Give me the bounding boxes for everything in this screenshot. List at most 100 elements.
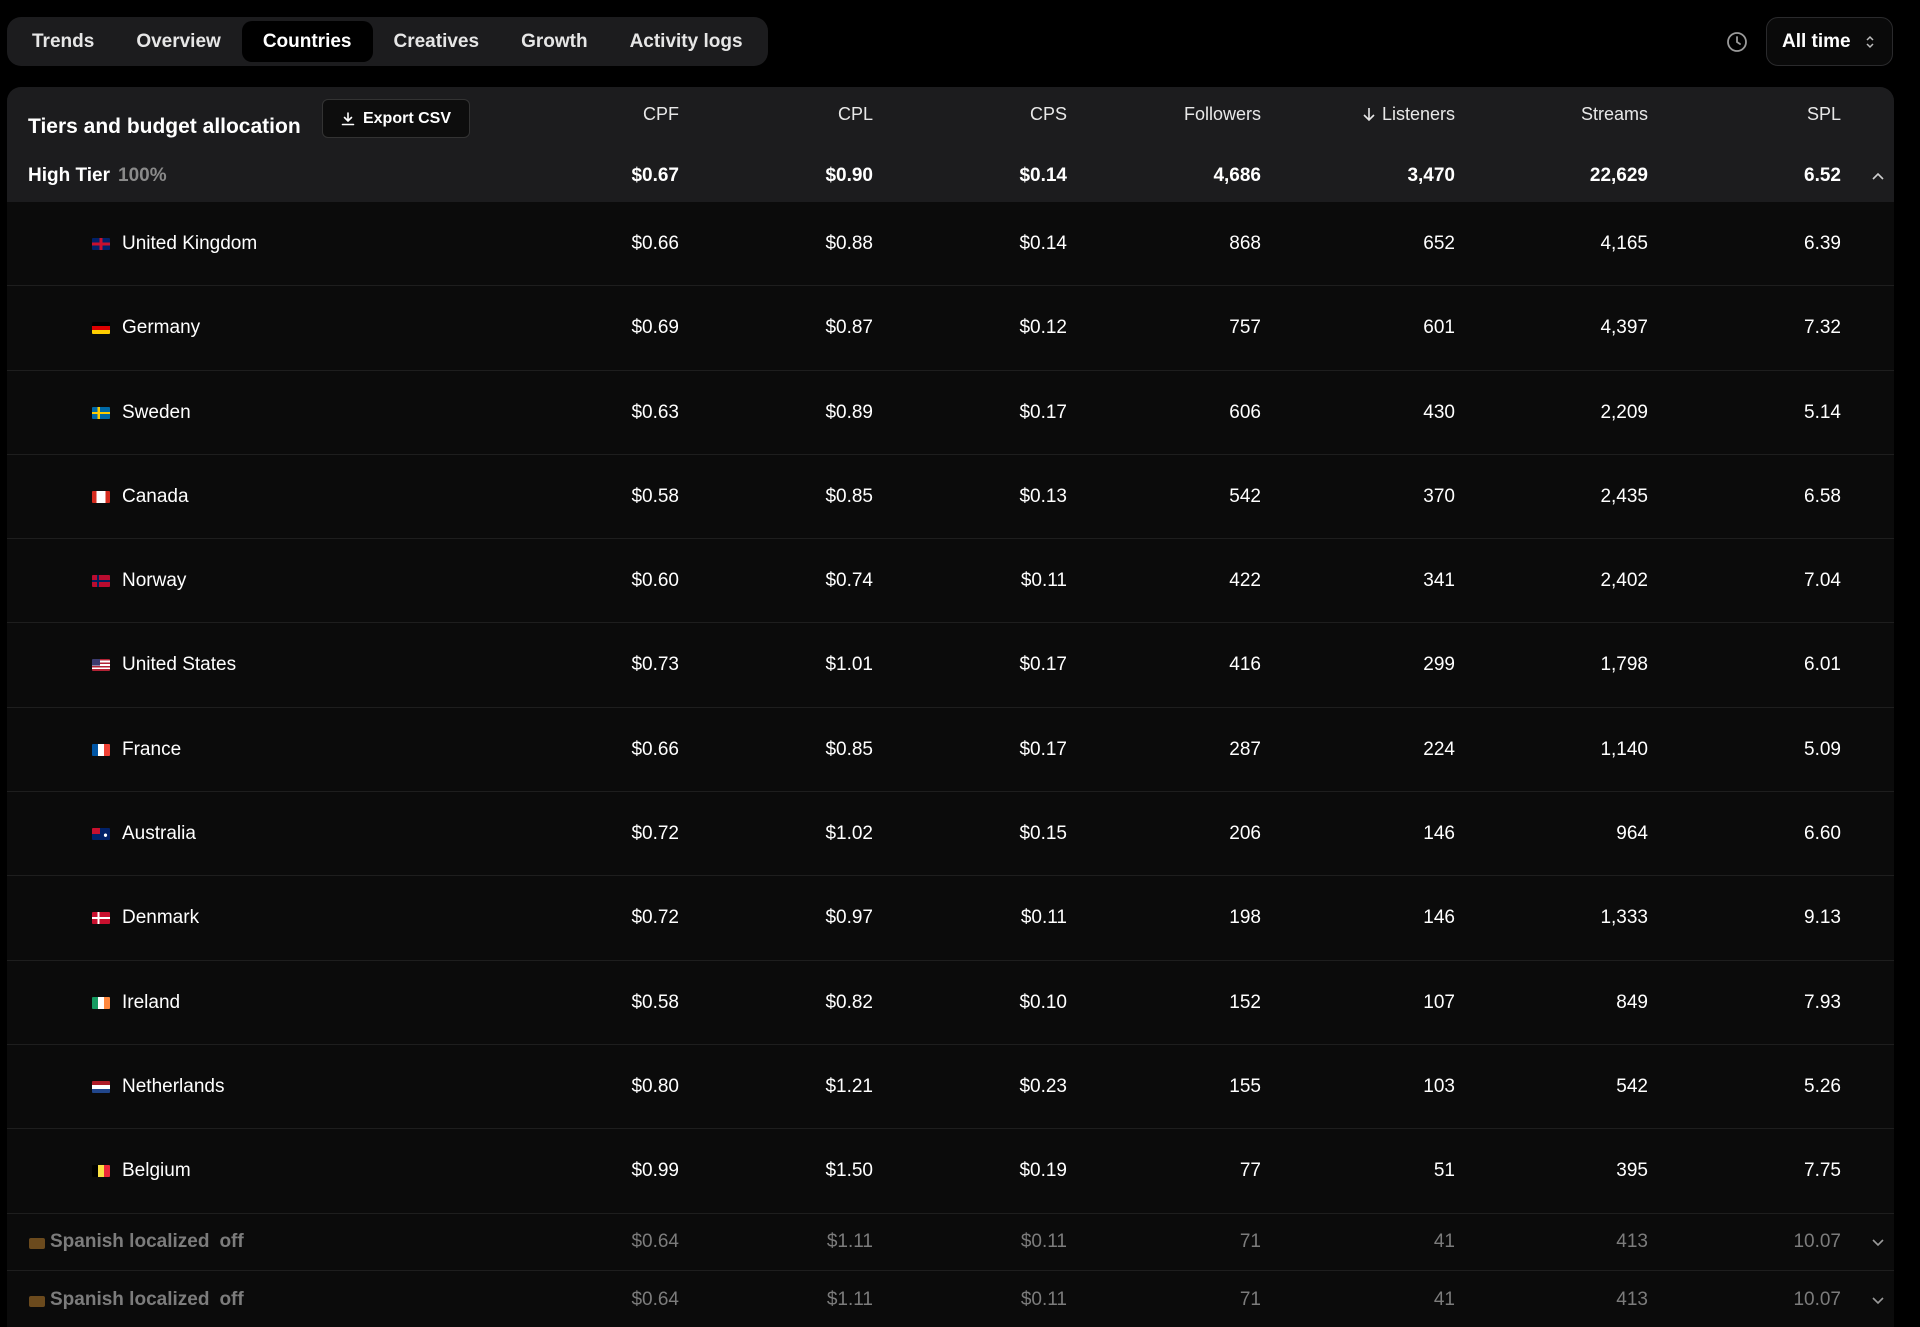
col-header-listeners[interactable]: Listeners (1362, 101, 1455, 127)
tier-label: High Tier (28, 165, 110, 186)
flag-icon-gb (92, 238, 110, 250)
cell-spl: 6.39 (1804, 233, 1841, 254)
period-select[interactable]: All time (1766, 17, 1893, 66)
cell-listeners: 103 (1423, 1075, 1455, 1097)
flag-icon-us (92, 659, 110, 672)
country-name: Denmark (122, 907, 200, 929)
cell-cpl: $1.11 (826, 1231, 873, 1252)
sub-tier-row[interactable]: Spanish localized off $0.64 $1.11 $0.11 71 41 4… (7, 1271, 1894, 1327)
table-row[interactable]: Ireland $0.58 $0.82 $0.10 152 107 849 7.93 (7, 961, 1894, 1045)
cell-cps: $0.17 (1019, 654, 1067, 676)
cell-cpl: $0.89 (825, 401, 873, 423)
sort-desc-arrow-icon (1363, 108, 1375, 122)
cell-listeners: 652 (1423, 233, 1455, 254)
col-header-cpf[interactable]: CPF (643, 101, 679, 127)
col-header-label: Followers (1183, 104, 1261, 124)
clock-icon[interactable] (1726, 31, 1748, 53)
table-row[interactable]: Denmark $0.72 $0.97 $0.11 198 146 1,333 9.13 (7, 876, 1894, 961)
cell-cpf: $0.72 (631, 907, 679, 929)
cell-streams: 1,798 (1600, 654, 1648, 676)
country-rows: United Kingdom $0.66 $0.88 $0.14 868 652 4,165… (7, 202, 1894, 1214)
tab-activity-logs[interactable]: Activity logs (609, 21, 764, 62)
sub-tier-row[interactable]: Spanish localized off $0.64 $1.11 $0.11 71 41 4… (7, 1213, 1894, 1271)
table-row[interactable]: Belgium $0.99 $1.50 $0.19 77 51 395 7.75 (7, 1129, 1894, 1214)
export-csv-button[interactable]: Export CSV (322, 99, 470, 138)
cell-cpf: $0.66 (631, 738, 679, 760)
export-csv-label: Export CSV (362, 109, 451, 127)
cell-cpl: $0.88 (825, 233, 873, 254)
cell-cps: $0.13 (1019, 485, 1067, 507)
tier-row[interactable]: High Tier 100% $0.67 $0.90 $0.14 4,686 3,470 2… (7, 150, 1894, 202)
col-header-spl[interactable]: SPL (1807, 101, 1841, 127)
cell-spl: 10.07 (1793, 1289, 1841, 1310)
table-row[interactable]: Canada $0.58 $0.85 $0.13 542 370 2,435 6.58 (7, 455, 1894, 540)
chevron-down-icon[interactable] (1871, 1296, 1885, 1305)
cell-spl: 5.09 (1804, 738, 1841, 760)
cell-followers: 71 (1239, 1231, 1261, 1252)
country-name: United States (122, 654, 237, 676)
sub-tier-status: off (219, 1289, 244, 1310)
tab-creatives[interactable]: Creatives (373, 21, 501, 62)
cell-followers: 542 (1229, 485, 1261, 507)
cell-cpl: $1.01 (825, 654, 873, 676)
table-row[interactable]: Norway $0.60 $0.74 $0.11 422 341 2,402 7.04 (7, 539, 1894, 624)
cell-spl: 6.01 (1804, 654, 1841, 676)
col-header-label: Streams (1580, 104, 1648, 124)
table-row[interactable]: Netherlands $0.80 $1.21 $0.23 155 103 542 5.26 (7, 1045, 1894, 1130)
cell-cpf: $0.99 (631, 1160, 679, 1182)
table-row[interactable]: Germany $0.69 $0.87 $0.12 757 601 4,397 7.32 (7, 286, 1894, 371)
tiers-panel: Tiers and budget allocation Export CSV C… (7, 87, 1894, 1327)
cell-listeners: 430 (1423, 401, 1455, 423)
cell-cps: $0.14 (1019, 233, 1067, 254)
cell-streams: 2,435 (1600, 485, 1648, 507)
cell-cpf: $0.64 (631, 1289, 679, 1310)
flag-icon-au (92, 828, 110, 841)
tab-trends[interactable]: Trends (11, 21, 115, 62)
country-name: France (122, 738, 182, 760)
chevron-up-icon[interactable] (1871, 172, 1885, 181)
country-name: Canada (122, 485, 189, 507)
cell-listeners: 107 (1423, 991, 1455, 1013)
cell-followers: 606 (1229, 401, 1261, 423)
cell-streams: 413 (1616, 1289, 1648, 1310)
cell-spl: 7.32 (1804, 317, 1841, 339)
cell-followers: 206 (1229, 823, 1261, 845)
cell-cpf: $0.58 (631, 485, 679, 507)
cell-listeners: 146 (1423, 907, 1455, 929)
cell-followers: 198 (1229, 907, 1261, 929)
col-header-followers[interactable]: Followers (1184, 101, 1261, 127)
country-name: Sweden (122, 401, 191, 423)
cell-streams: 413 (1616, 1231, 1648, 1252)
chevron-down-icon[interactable] (1871, 1238, 1885, 1247)
period-label: All time (1782, 30, 1851, 52)
table-row[interactable]: Sweden $0.63 $0.89 $0.17 606 430 2,209 5.14 (7, 371, 1894, 455)
tab-growth[interactable]: Growth (500, 21, 609, 62)
top-bar: Trends Overview Countries Creatives Growth Ac… (0, 0, 1920, 84)
cell-listeners: 146 (1423, 823, 1455, 845)
table-row[interactable]: United Kingdom $0.66 $0.88 $0.14 868 652 4,165… (7, 202, 1894, 287)
table-row[interactable]: France $0.66 $0.85 $0.17 287 224 1,140 5.09 (7, 708, 1894, 793)
col-header-cpl[interactable]: CPL (838, 101, 873, 127)
table-row[interactable]: Australia $0.72 $1.02 $0.15 206 146 964 6.60 (7, 792, 1894, 877)
table-row[interactable]: United States $0.73 $1.01 $0.17 416 299 1,798 6… (7, 623, 1894, 708)
country-name: Australia (122, 823, 196, 845)
cell-listeners: 51 (1433, 1160, 1455, 1182)
tab-countries[interactable]: Countries (241, 21, 373, 62)
col-header-streams[interactable]: Streams (1581, 101, 1648, 127)
tab-overview[interactable]: Overview (115, 21, 242, 62)
cell-cps: $0.12 (1019, 317, 1067, 339)
cell-followers: 155 (1229, 1075, 1261, 1097)
cell-cpf: $0.63 (631, 401, 679, 423)
download-icon (341, 111, 355, 125)
cell-cps: $0.11 (1020, 570, 1067, 592)
cell-cpl: $0.82 (825, 991, 873, 1013)
tier-cpf: $0.67 (631, 165, 679, 186)
country-name: Ireland (122, 991, 181, 1013)
cell-spl: 5.14 (1804, 401, 1841, 423)
tier-spl: 6.52 (1804, 165, 1841, 186)
cell-spl: 7.75 (1804, 1160, 1841, 1182)
col-header-cps[interactable]: CPS (1030, 101, 1067, 127)
sub-tier-label: Spanish localized (50, 1289, 210, 1310)
flag-icon-no (92, 575, 110, 588)
cell-cpl: $0.85 (825, 485, 873, 507)
